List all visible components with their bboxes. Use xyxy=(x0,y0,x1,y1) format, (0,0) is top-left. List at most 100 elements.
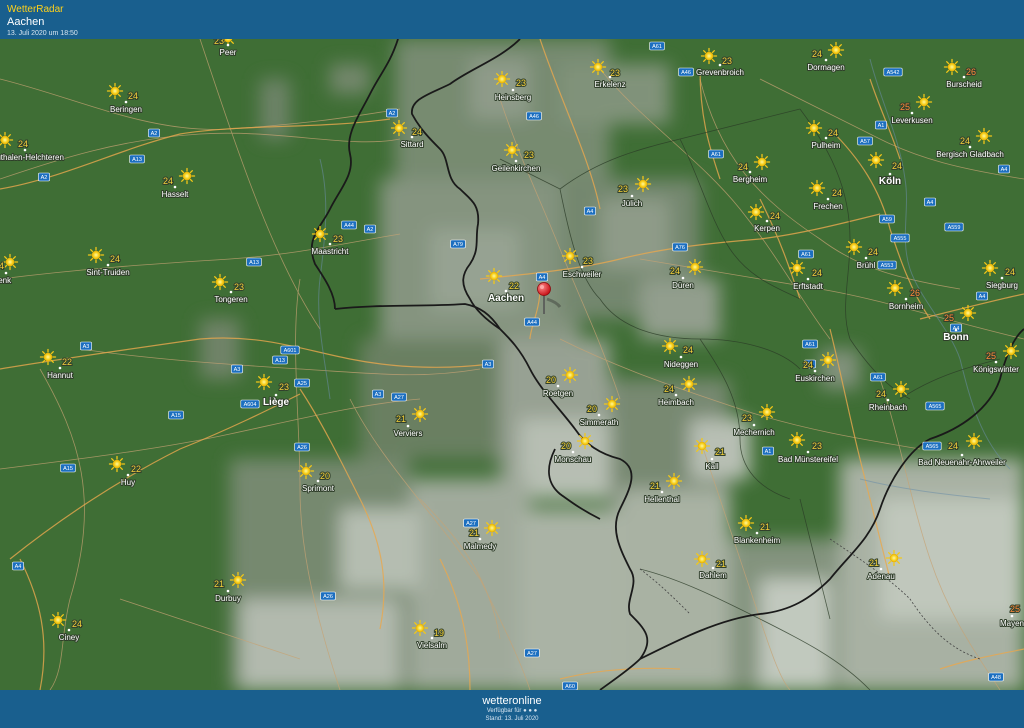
sun-icon xyxy=(211,273,229,291)
sun-icon xyxy=(576,432,594,450)
sun-icon xyxy=(693,550,711,568)
sun-icon xyxy=(297,462,315,480)
road-shield: A4 xyxy=(924,197,936,207)
temperature-label: 24 xyxy=(72,619,82,629)
road-shield: A61 xyxy=(802,339,818,349)
svg-text:A2: A2 xyxy=(389,111,396,117)
sun-icon xyxy=(805,119,823,137)
place-name: Dormagen xyxy=(807,63,844,72)
sun-icon xyxy=(753,153,771,171)
svg-text:A25: A25 xyxy=(297,381,307,387)
sun-icon xyxy=(665,472,683,490)
place-name: Erftstadt xyxy=(793,282,824,291)
place-name: Pulheim xyxy=(812,141,841,150)
svg-text:A61: A61 xyxy=(652,44,662,50)
temperature-label: 24 xyxy=(18,139,28,149)
svg-text:A1: A1 xyxy=(878,123,885,129)
temperature-label: 24 xyxy=(960,136,970,146)
sun-icon xyxy=(483,519,501,537)
place-name: Hannut xyxy=(47,371,74,380)
temperature-label: 24 xyxy=(670,266,680,276)
svg-text:A4: A4 xyxy=(979,294,986,300)
place-name: Mechernich xyxy=(733,428,774,437)
place-name: Leverkusen xyxy=(891,116,932,125)
road-shield: A61 xyxy=(649,41,665,51)
svg-text:A3: A3 xyxy=(83,344,90,350)
temperature-label: 25 xyxy=(900,102,910,112)
temperature-label: 26 xyxy=(966,67,976,77)
place-name: Peer xyxy=(220,48,237,57)
temperature-label: 20 xyxy=(587,404,597,414)
svg-text:A27: A27 xyxy=(394,395,404,401)
sun-icon xyxy=(178,167,196,185)
place-name: Bornheim xyxy=(889,302,924,311)
temperature-label: 25 xyxy=(1010,604,1020,614)
sun-icon xyxy=(943,58,961,76)
road-shield: A60 xyxy=(562,681,578,690)
road-shield: A48 xyxy=(988,672,1004,682)
place-name: Sprimont xyxy=(302,484,335,493)
place-name: Burscheid xyxy=(946,80,982,89)
place-name: Düren xyxy=(672,281,694,290)
place-name: Kall xyxy=(705,462,719,471)
sun-icon xyxy=(788,259,806,277)
place-name: Bergheim xyxy=(733,175,768,184)
temperature-label: 21 xyxy=(716,559,726,569)
road-shield: A44 xyxy=(341,220,357,230)
svg-text:A76: A76 xyxy=(675,245,685,251)
place-name: Vielsalm xyxy=(417,641,447,650)
place-name: Verviers xyxy=(394,429,423,438)
svg-text:A27: A27 xyxy=(466,521,476,527)
sun-icon xyxy=(1,253,19,271)
svg-text:A1: A1 xyxy=(765,449,772,455)
place-name: Bad Münstereifel xyxy=(778,455,838,464)
road-shield: A3 xyxy=(372,389,384,399)
sun-icon xyxy=(1002,342,1020,360)
place-name: Sint-Truiden xyxy=(86,268,129,277)
place-name: Euskirchen xyxy=(795,374,835,383)
road-shield: A59 xyxy=(879,214,895,224)
sun-icon xyxy=(737,514,755,532)
road-shield: A2 xyxy=(364,224,376,234)
sun-icon xyxy=(589,58,607,76)
sun-icon xyxy=(255,373,273,391)
road-shield: A2 xyxy=(386,108,398,118)
road-shield: A565 xyxy=(922,441,942,451)
temperature-label: 21 xyxy=(650,481,660,491)
temperature-label: 24 xyxy=(868,247,878,257)
svg-text:A604: A604 xyxy=(244,402,257,408)
temperature-label: 24 xyxy=(828,128,838,138)
road-shield: A601 xyxy=(280,345,300,355)
temperature-label: 23 xyxy=(234,282,244,292)
road-shield: A3 xyxy=(231,364,243,374)
temperature-label: 24 xyxy=(803,360,813,370)
temperature-label: 22 xyxy=(62,357,72,367)
sun-icon xyxy=(603,395,621,413)
temperature-label: 21 xyxy=(469,528,479,538)
place-name: Jülich xyxy=(622,199,642,208)
weather-radar-map[interactable]: A61 A46 A542 A2 A46 A1 A57 A2 A13 A61 A4 A2 A4 A44 A2 A… xyxy=(0,39,1024,690)
temperature-label: 24 xyxy=(683,345,693,355)
sun-icon xyxy=(485,267,503,285)
road-shield: A44 xyxy=(524,317,540,327)
footer-logo[interactable]: wetteronline xyxy=(0,695,1024,707)
sun-icon xyxy=(311,225,329,243)
svg-text:A44: A44 xyxy=(527,320,537,326)
place-name: Blankenheim xyxy=(734,536,781,545)
road-shield: A26 xyxy=(320,591,336,601)
sun-icon xyxy=(39,348,57,366)
road-shield: A2 xyxy=(148,128,160,138)
place-name: Malmedy xyxy=(464,542,496,551)
sun-icon xyxy=(981,259,999,277)
road-shield: A4 xyxy=(976,291,988,301)
place-name: Ciney xyxy=(59,633,79,642)
road-shield: A555 xyxy=(890,233,910,243)
temperature-label: 24 xyxy=(110,254,120,264)
road-shield: A13 xyxy=(272,355,288,365)
sun-icon xyxy=(680,375,698,393)
svg-text:A601: A601 xyxy=(284,348,297,354)
svg-text:A4: A4 xyxy=(15,564,22,570)
svg-text:A13: A13 xyxy=(275,358,285,364)
road-shield: A3 xyxy=(482,359,494,369)
sun-icon xyxy=(49,611,67,629)
